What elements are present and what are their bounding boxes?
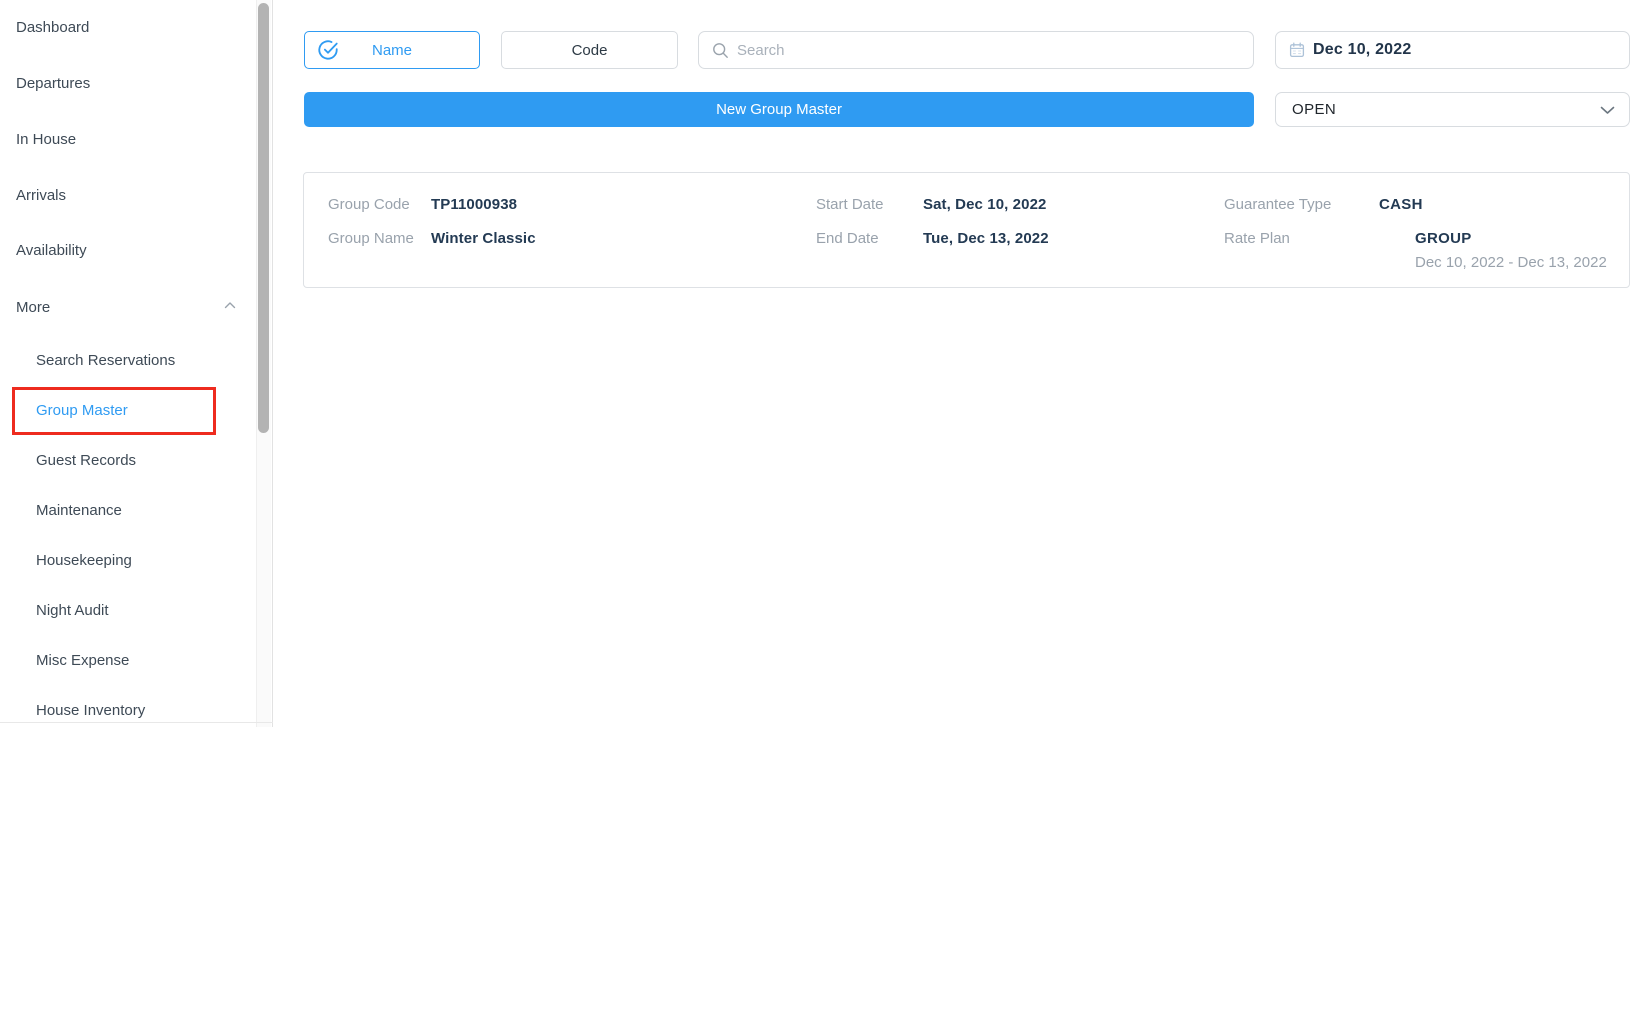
sidebar-item-house-inventory[interactable]: House Inventory	[36, 701, 145, 721]
date-picker[interactable]: Dec 10, 2022	[1275, 31, 1630, 69]
group-name-label: Group Name	[328, 229, 414, 249]
guarantee-type-value: CASH	[1379, 195, 1423, 215]
search-input[interactable]	[737, 42, 1253, 59]
search-by-code-label: Code	[572, 42, 608, 59]
sidebar-item-guest-records[interactable]: Guest Records	[36, 451, 136, 471]
status-filter-dropdown[interactable]: OPEN	[1275, 92, 1630, 127]
start-date-label: Start Date	[816, 195, 884, 215]
search-icon	[712, 42, 729, 59]
sidebar-item-housekeeping[interactable]: Housekeeping	[36, 551, 132, 571]
rate-plan-label: Rate Plan	[1224, 229, 1290, 249]
search-by-code-button[interactable]: Code	[501, 31, 678, 69]
search-by-name-button[interactable]: Name	[304, 31, 480, 69]
rate-plan-date-range: Dec 10, 2022 - Dec 13, 2022	[1415, 253, 1607, 273]
calendar-icon	[1289, 42, 1305, 58]
sidebar-item-night-audit[interactable]: Night Audit	[36, 601, 109, 621]
main-content: Name Code	[273, 0, 1649, 727]
chevron-down-icon	[1600, 106, 1615, 115]
chevron-up-icon[interactable]	[224, 301, 236, 309]
group-code-value: TP11000938	[431, 195, 517, 215]
sidebar-item-search-reservations[interactable]: Search Reservations	[36, 351, 175, 371]
group-name-value: Winter Classic	[431, 229, 536, 249]
new-group-master-button[interactable]: New Group Master	[304, 92, 1254, 127]
status-filter-value: OPEN	[1292, 101, 1336, 118]
group-master-card[interactable]: Group Code TP11000938 Group Name Winter …	[303, 172, 1630, 288]
search-by-name-label: Name	[372, 42, 412, 59]
end-date-value: Tue, Dec 13, 2022	[923, 229, 1049, 249]
sidebar-item-group-master[interactable]: Group Master	[36, 401, 128, 421]
sidebar-bottom-border	[0, 722, 273, 723]
rate-plan-value: GROUP	[1415, 229, 1472, 249]
date-value: Dec 10, 2022	[1313, 41, 1411, 59]
group-code-label: Group Code	[328, 195, 410, 215]
sidebar-item-maintenance[interactable]: Maintenance	[36, 501, 122, 521]
start-date-value: Sat, Dec 10, 2022	[923, 195, 1046, 215]
guarantee-type-label: Guarantee Type	[1224, 195, 1331, 215]
sidebar-scrollbar-thumb[interactable]	[258, 3, 269, 433]
end-date-label: End Date	[816, 229, 879, 249]
sidebar-item-misc-expense[interactable]: Misc Expense	[36, 651, 129, 671]
group-master-screen: Dashboard Departures In House Arrivals A…	[0, 0, 1649, 727]
search-box	[698, 31, 1254, 69]
check-circle-icon	[317, 39, 339, 61]
sidebar: Dashboard Departures In House Arrivals A…	[0, 0, 256, 727]
